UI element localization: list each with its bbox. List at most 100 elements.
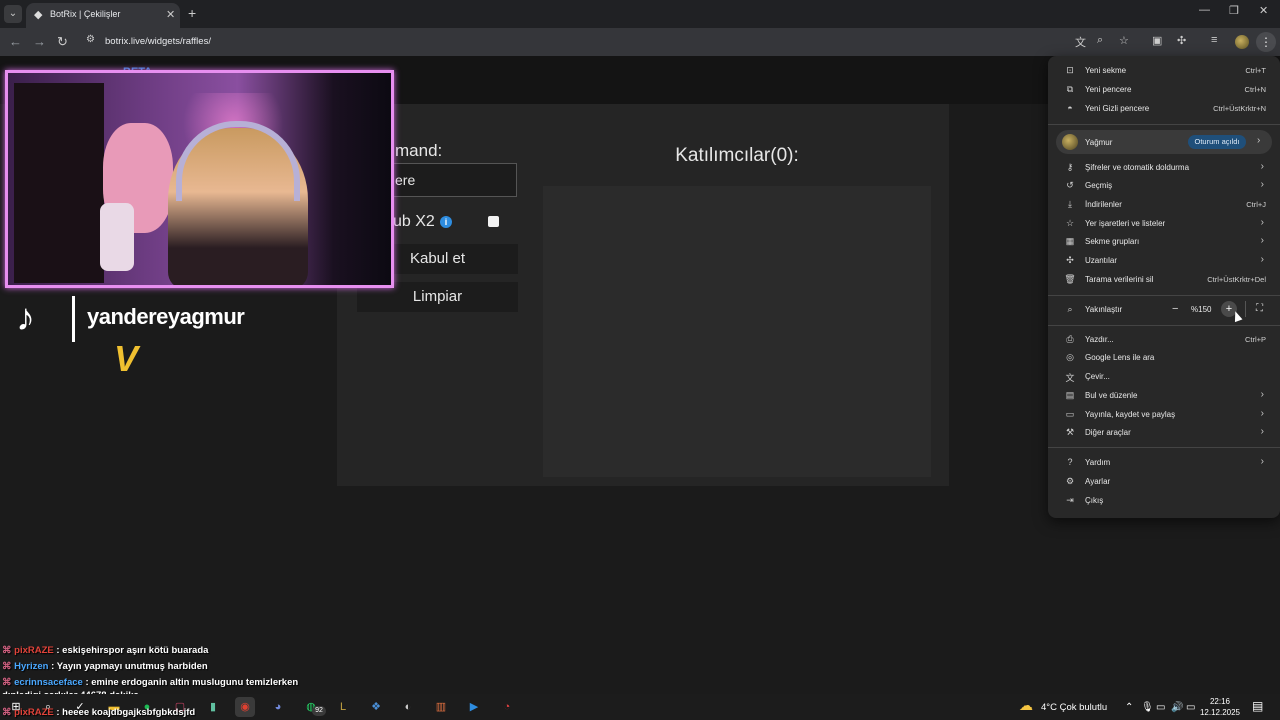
chat-user: Hyrizen: [14, 661, 49, 672]
chevron-right-icon: ›: [1257, 135, 1261, 146]
info-icon[interactable]: i: [440, 216, 452, 228]
reload-button[interactable]: ↻: [57, 34, 68, 50]
cast-icon: ▭: [1065, 409, 1075, 419]
new-tab-button[interactable]: +: [188, 5, 196, 21]
menu-cast-save-share[interactable]: ▭ Yayınla, kaydet ve paylaş ›: [1048, 406, 1280, 424]
close-tab-icon[interactable]: ✕: [166, 8, 175, 21]
media-controls-icon[interactable]: ≡: [1211, 34, 1217, 46]
chat-user: pixRAZE: [14, 707, 54, 718]
tab-title: BotRix | Çekilişler: [50, 9, 121, 19]
chat-text: : Yayın yapmayı unutmuş harbiden: [48, 661, 208, 672]
chat-text: : emine erdoganin altin muslugunu temizl…: [82, 677, 299, 688]
bookmark-star-icon[interactable]: ☆: [1119, 34, 1129, 47]
chevron-right-icon: ›: [1260, 408, 1264, 419]
exit-icon: ⇥: [1066, 495, 1074, 505]
new-tab-icon: ⊡: [1066, 65, 1074, 75]
minimize-button[interactable]: —: [1199, 4, 1210, 16]
store-icon[interactable]: ▶: [464, 697, 484, 717]
trash-icon: 🗑: [1064, 274, 1076, 284]
fullscreen-icon[interactable]: ⛶: [1256, 303, 1263, 314]
chrome-menu-button[interactable]: ⋮: [1256, 32, 1276, 52]
chat-user: ecrinnsaceface: [14, 677, 83, 688]
webcam-microphone: [100, 203, 134, 271]
winrar-icon[interactable]: ▥: [431, 697, 451, 717]
menu-translate[interactable]: 文 Çevir...: [1048, 368, 1280, 386]
menu-separator: [1048, 447, 1280, 448]
v-logo-icon: V: [114, 338, 139, 379]
menu-bookmarks[interactable]: ☆ Yer işaretleri ve listeler ›: [1048, 215, 1280, 233]
notification-icon[interactable]: ▤: [1252, 699, 1263, 713]
active-tab[interactable]: ◆ BotRix | Çekilişler ✕: [26, 3, 180, 28]
menu-clear-browsing-data[interactable]: 🗑 Tarama verilerini sil Ctrl+ÜstKrktr+De…: [1048, 271, 1280, 289]
forward-button[interactable]: →: [33, 34, 46, 49]
taskbar-clock[interactable]: 22:16 12.12.2025: [1196, 696, 1244, 718]
volume-icon[interactable]: 🔊: [1171, 702, 1183, 713]
participants-list: [543, 186, 931, 477]
profile-avatar[interactable]: [1235, 35, 1249, 49]
menu-extensions[interactable]: ✣ Uzantılar ›: [1048, 252, 1280, 270]
network-icon[interactable]: ▭: [1156, 702, 1165, 713]
menu-exit[interactable]: ⇥ Çıkış: [1048, 492, 1280, 510]
chat-message: ⌘ pixRAZE : eskişehirspor aşırı kötü bua…: [2, 645, 209, 656]
sub-multiplier-checkbox[interactable]: [488, 216, 499, 227]
menu-downloads[interactable]: ⤓ İndirilenler Ctrl+J: [1048, 196, 1280, 214]
weather-text[interactable]: 4°C Çok bulutlu: [1041, 702, 1107, 713]
microphone-icon[interactable]: 🎙: [1141, 702, 1154, 713]
tray-chevron-icon[interactable]: ⌃: [1125, 702, 1133, 713]
battery-icon[interactable]: ▭: [1186, 702, 1195, 713]
menu-new-tab[interactable]: ⊡ Yeni sekme Ctrl+T: [1048, 62, 1280, 80]
incognito-icon: ◓: [1067, 103, 1073, 113]
tab-groups-icon: ▦: [1065, 236, 1075, 246]
book-app-icon[interactable]: ▮: [203, 697, 223, 717]
menu-more-tools[interactable]: ⚒ Diğer araçlar ›: [1048, 424, 1280, 442]
chrome-icon[interactable]: ◉: [235, 697, 255, 717]
chevron-right-icon: ›: [1260, 254, 1264, 265]
menu-settings[interactable]: ⚙ Ayarlar: [1048, 473, 1280, 491]
menu-google-lens[interactable]: ◎ Google Lens ile ara: [1048, 349, 1280, 367]
find-icon: ▤: [1065, 390, 1075, 400]
zoom-level: %150: [1191, 305, 1212, 314]
restore-button[interactable]: ❐: [1229, 4, 1239, 17]
print-icon: ⎙: [1066, 334, 1074, 344]
chevron-right-icon: ›: [1260, 179, 1264, 190]
menu-incognito-window[interactable]: ◓ Yeni Gizli pencere Ctrl+ÜstKrktr+N: [1048, 100, 1280, 118]
back-button[interactable]: ←: [9, 34, 22, 49]
league-icon[interactable]: L: [333, 697, 353, 717]
extensions-icon: ✣: [1066, 255, 1074, 265]
tab-search-button[interactable]: ⌄: [4, 5, 22, 23]
menu-separator: [1048, 295, 1280, 296]
discord-icon[interactable]: ◕: [268, 697, 288, 717]
sub-multiplier-label: ub X2: [393, 213, 435, 230]
menu-profile[interactable]: Yağmur Oturum açıldı ›: [1056, 130, 1272, 154]
translate-icon[interactable]: 文: [1075, 34, 1086, 50]
zoom-out-button[interactable]: −: [1172, 303, 1178, 315]
steam-icon[interactable]: ❖: [366, 697, 386, 717]
webcam-shelf: [14, 83, 104, 283]
history-icon: ↺: [1066, 180, 1074, 190]
close-window-button[interactable]: ✕: [1259, 4, 1268, 17]
menu-tab-groups[interactable]: ▦ Sekme grupları ›: [1048, 233, 1280, 251]
menu-find-edit[interactable]: ▤ Bul ve düzenle ›: [1048, 387, 1280, 405]
settings-icon: ⚙: [1065, 476, 1075, 486]
menu-passwords[interactable]: ⚷ Şifreler ve otomatik doldurma ›: [1048, 159, 1280, 177]
chat-message: ⌘ ecrinnsaceface : emine erdoganin altin…: [2, 677, 299, 688]
whatsapp-badge: 92: [312, 706, 326, 716]
obs-icon[interactable]: ◐: [398, 697, 418, 717]
chat-message: ⌘ pixRAZE : heeee koajdbgajksbfgbkdsjfd: [2, 707, 196, 718]
zoom-icon[interactable]: ⌕: [1097, 34, 1103, 47]
streamer-username: yandereyagmur: [87, 304, 245, 329]
tab-strip: ⌄ ◆ BotRix | Çekilişler ✕ + — ❐ ✕: [0, 0, 1280, 28]
extensions-puzzle-icon[interactable]: ✣: [1177, 34, 1186, 47]
key-icon: ⚷: [1066, 162, 1074, 172]
menu-print[interactable]: ⎙ Yazdır... Ctrl+P: [1048, 331, 1280, 349]
clock-time: 22:16: [1209, 697, 1231, 706]
chevron-right-icon: ›: [1260, 389, 1264, 400]
weather-cloud-icon[interactable]: ☁: [1019, 697, 1033, 714]
menu-history[interactable]: ↺ Geçmiş ›: [1048, 177, 1280, 195]
site-info-icon[interactable]: ⚙: [86, 34, 95, 45]
recorder-icon[interactable]: ◔: [497, 697, 517, 717]
menu-new-window[interactable]: ⧉ Yeni pencere Ctrl+N: [1048, 81, 1280, 99]
menu-help[interactable]: ? Yardım ›: [1048, 454, 1280, 472]
tools-icon: ⚒: [1065, 427, 1075, 437]
extension-botrix-icon[interactable]: ▣: [1152, 34, 1162, 47]
